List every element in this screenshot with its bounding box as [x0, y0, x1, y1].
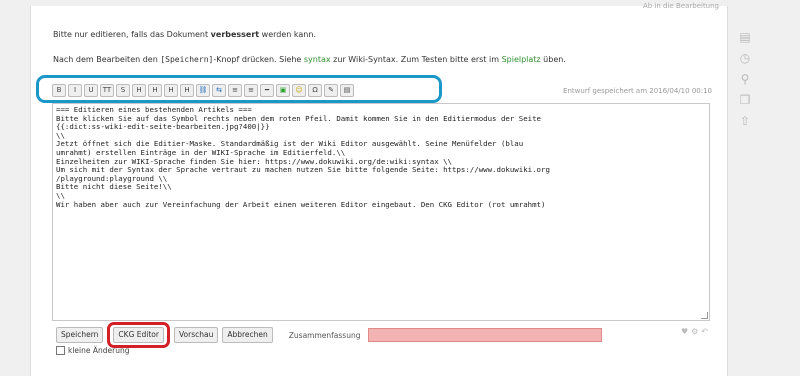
resize-handle[interactable]	[701, 312, 708, 319]
table-button[interactable]: ▤	[340, 84, 354, 97]
top-icon[interactable]: ⇧	[738, 114, 752, 128]
minor-change: kleine Änderung	[56, 346, 130, 355]
special-chars-button[interactable]: Ω	[308, 84, 322, 97]
cancel-button[interactable]: Abbrechen	[222, 327, 273, 343]
draft-note: Entwurf gespeichert am 2016/04/10 00:10	[563, 87, 712, 95]
editor-line: Wir haben aber auch zur Vereinfachung de…	[56, 199, 546, 209]
summary-input[interactable]	[368, 328, 603, 342]
page-icon[interactable]: ▤	[738, 30, 752, 44]
ckg-editor-button[interactable]: CKG Editor	[113, 327, 164, 343]
top-link[interactable]: Ab in die Bearbeitung	[643, 2, 719, 10]
heart-icon[interactable]: ♥	[681, 327, 688, 336]
form-buttons: Speichern CKG Editor Vorschau Abbrechen …	[56, 322, 603, 348]
ordered-list-button[interactable]: ≡	[228, 84, 242, 97]
syntax-link[interactable]: syntax	[304, 55, 331, 64]
instr-part2: -Knopf drücken. Siehe	[213, 55, 304, 64]
media-button[interactable]: ▣	[276, 84, 290, 97]
editor-toolbar: B I U TT S H H H H ⛓ ⇆ ≡ ≡ ━ ▣ ☺ Ω ✎ ▤	[52, 84, 354, 97]
minor-change-checkbox[interactable]	[56, 346, 65, 355]
preview-button[interactable]: Vorschau	[173, 327, 219, 343]
signature-button[interactable]: ✎	[324, 84, 338, 97]
editor-line: {{:dict:ss-wiki-edit-seite-bearbeiten.jp…	[56, 122, 270, 132]
italic-button[interactable]: I	[68, 84, 82, 97]
external-link-button[interactable]: ⇆	[212, 84, 226, 97]
instr-part4: üben.	[540, 55, 566, 64]
save-button[interactable]: Speichern	[56, 327, 104, 343]
intro-prefix: Bitte nur editieren, falls das Dokument	[53, 30, 211, 39]
heading-higher-button[interactable]: H	[164, 84, 178, 97]
heading-menu-button[interactable]: H	[180, 84, 194, 97]
undo-icon[interactable]: ↶	[701, 327, 708, 336]
backlinks-icon[interactable]: ⚲	[738, 72, 752, 86]
bold-button[interactable]: B	[52, 84, 66, 97]
instr-part1: Nach dem Bearbeiten den	[53, 55, 161, 64]
editor-line: Bitte nicht diese Seite!\\	[56, 182, 172, 192]
playground-link[interactable]: Spielplatz	[502, 55, 541, 64]
summary-label: Zusammenfassung	[288, 330, 361, 340]
internal-link-button[interactable]: ⛓	[196, 84, 210, 97]
editor-tools: ♥ ⚙ ↶	[681, 327, 708, 336]
ckg-highlight: CKG Editor	[107, 322, 170, 348]
underline-button[interactable]: U	[84, 84, 98, 97]
heading-lower-button[interactable]: H	[148, 84, 162, 97]
copy-icon[interactable]: ❐	[738, 93, 752, 107]
intro-text: Bitte nur editieren, falls das Dokument …	[53, 30, 316, 39]
strike-button[interactable]: S	[116, 84, 130, 97]
heading-button[interactable]: H	[132, 84, 146, 97]
unordered-list-button[interactable]: ≡	[244, 84, 258, 97]
minor-change-label: kleine Änderung	[68, 346, 130, 355]
editor-content: === Editieren eines bestehenden Artikels…	[56, 105, 706, 209]
cog-icon[interactable]: ⚙	[691, 327, 698, 336]
instr-key: [Speichern]	[160, 55, 214, 64]
code-button[interactable]: TT	[100, 84, 114, 97]
revisions-icon[interactable]: ◷	[738, 51, 752, 65]
smiley-button[interactable]: ☺	[292, 84, 306, 97]
instr-part3: zur Wiki-Syntax. Zum Testen bitte erst i…	[330, 55, 502, 64]
instruction-text: Nach dem Bearbeiten den [Speichern]-Knop…	[53, 55, 566, 64]
intro-suffix: werden kann.	[259, 30, 316, 39]
hr-button[interactable]: ━	[260, 84, 274, 97]
intro-bold: verbessert	[210, 30, 260, 39]
page-tools-sidebar: ▤ ◷ ⚲ ❐ ⇧	[738, 30, 752, 128]
wiki-textarea[interactable]: === Editieren eines bestehenden Artikels…	[52, 103, 710, 321]
